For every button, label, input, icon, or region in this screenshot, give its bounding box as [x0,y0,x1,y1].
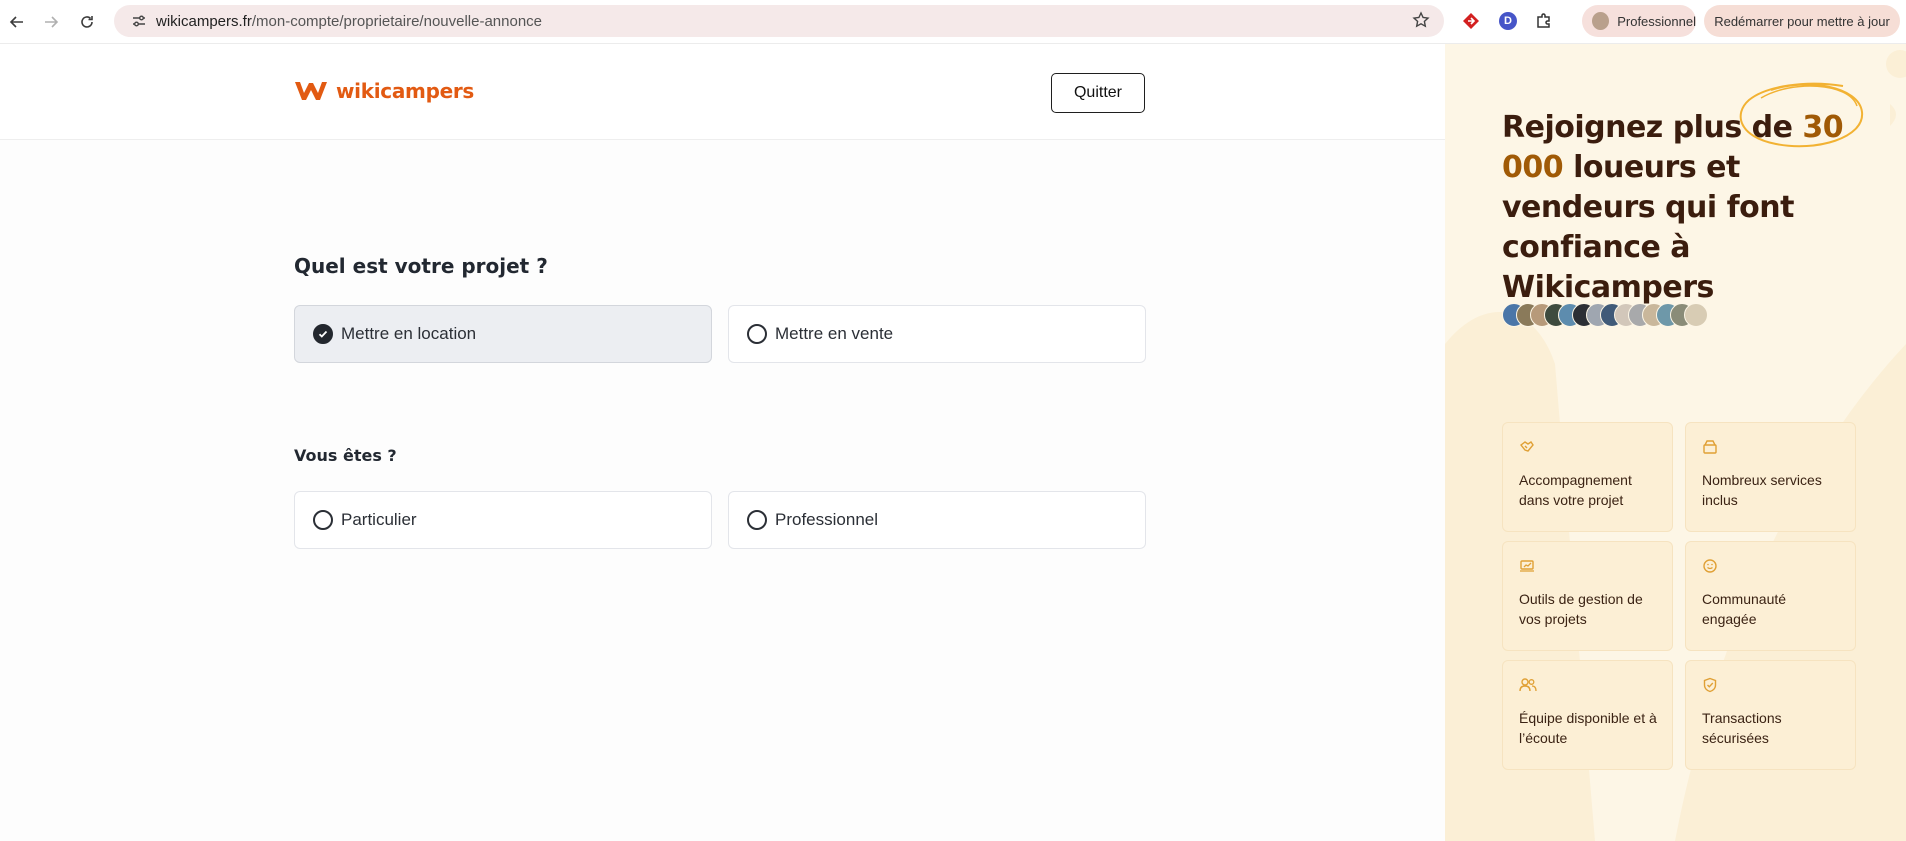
option-professional[interactable]: Professionnel [728,491,1146,549]
back-button[interactable] [2,7,32,37]
radio-icon [747,324,767,344]
box-icon [1703,440,1717,454]
page-header: wikicampers Quitter [0,44,1445,140]
feature-label: Communauté engagée [1702,591,1787,627]
wikicampers-logo-icon [295,82,327,100]
laptop-chart-icon [1520,560,1534,572]
promo-panel: Rejoignez plus de 30 000 loueurs et vend… [1445,44,1906,841]
option-sell[interactable]: Mettre en vente [728,305,1146,363]
extension-d-icon[interactable]: D [1496,9,1520,33]
browser-toolbar: wikicampers.fr/mon-compte/proprietaire/n… [0,0,1906,44]
brand-name: wikicampers [336,79,475,103]
highlight-circle-scribble [1739,82,1864,148]
option-label: Particulier [341,510,417,529]
option-individual[interactable]: Particulier [294,491,712,549]
feature-label: Transactions sécurisées [1702,710,1782,746]
feature-label: Équipe disponible et à l’écoute [1519,710,1657,746]
radio-checked-icon [313,324,333,344]
update-button[interactable]: Redémarrer pour mettre à jour [1704,5,1900,37]
option-label: Mettre en location [341,324,477,343]
avatar [1592,12,1610,30]
extension-red-icon[interactable] [1459,9,1483,33]
feature-card: Transactions sécurisées [1685,660,1856,770]
feature-card: Équipe disponible et à l’écoute [1502,660,1673,770]
address-bar[interactable]: wikicampers.fr/mon-compte/proprietaire/n… [114,5,1444,37]
quit-button[interactable]: Quitter [1051,73,1145,113]
radio-icon [747,510,767,530]
arrow-right-icon [45,16,59,28]
users-icon [1519,678,1537,692]
extensions-puzzle-icon[interactable] [1532,9,1556,33]
feature-card: Outils de gestion de vos projets [1502,541,1673,651]
brand-logo[interactable]: wikicampers [294,79,474,103]
user-type-question: Vous êtes ? [294,446,397,465]
feature-label: Accompagnement dans votre projet [1519,472,1632,508]
feature-card: Nombreux services inclus [1685,422,1856,532]
profile-label: Professionnel [1617,13,1696,29]
forward-button[interactable] [36,7,66,37]
profile-button[interactable]: Professionnel [1582,5,1696,37]
feature-label: Outils de gestion de vos projets [1519,591,1643,627]
feature-label: Nombreux services inclus [1702,472,1822,508]
reload-icon [81,16,93,28]
avatar [1684,303,1708,327]
arrow-left-icon [9,16,23,28]
update-label: Redémarrer pour mettre à jour [1714,13,1890,29]
feature-card: Communauté engagée [1685,541,1856,651]
option-rent[interactable]: Mettre en location [294,305,712,363]
smile-icon [1703,559,1717,573]
reload-button[interactable] [72,7,102,37]
bookmark-star-icon[interactable] [1412,11,1430,34]
site-info-icon[interactable] [122,13,156,29]
project-question: Quel est votre projet ? [294,254,548,278]
shield-check-icon [1703,677,1717,693]
handshake-icon [1520,441,1534,452]
quit-label: Quitter [1073,84,1122,101]
main-area: wikicampers Quitter Quel est votre proje… [0,44,1445,841]
feature-card: Accompagnement dans votre projet [1502,422,1673,532]
option-label: Mettre en vente [775,324,894,343]
radio-icon [313,510,333,530]
avatar-group [1502,303,1708,327]
option-label: Professionnel [775,510,879,529]
url-text: wikicampers.fr/mon-compte/proprietaire/n… [156,12,543,30]
